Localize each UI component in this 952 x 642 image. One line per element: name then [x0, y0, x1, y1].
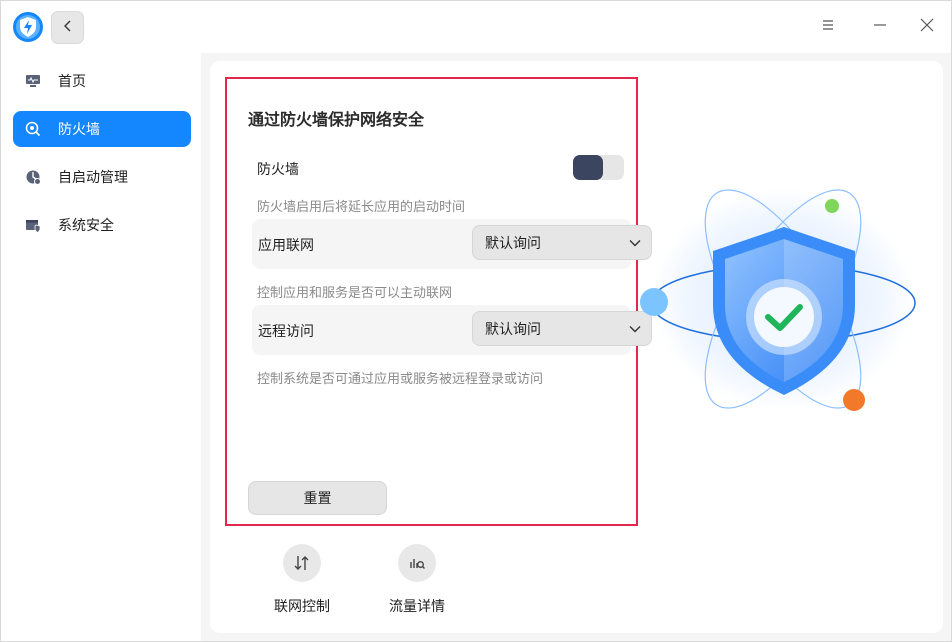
title-bar: [1, 1, 951, 53]
tool-label: 流量详情: [389, 599, 445, 615]
sidebar: 首页 防火墙 自启动管理 系统安全: [1, 53, 201, 641]
sidebar-item-startup[interactable]: 自启动管理: [13, 159, 191, 195]
monitor-icon: [25, 73, 41, 89]
chevron-left-icon: [62, 20, 74, 36]
sidebar-item-system-security[interactable]: 系统安全: [13, 207, 191, 243]
remote-access-row: 远程访问 默认询问: [252, 305, 652, 355]
remote-access-label: 远程访问: [258, 324, 314, 340]
network-control-icon: [283, 544, 321, 582]
firewall-panel: 通过防火墙保护网络安全 防火墙 防火墙启用后将延长应用的启动时间 应用联网 默认…: [225, 77, 652, 526]
sidebar-item-label: 防火墙: [58, 122, 100, 138]
traffic-details-icon: [398, 544, 436, 582]
reset-button[interactable]: 重置: [248, 481, 387, 515]
menu-icon: [821, 18, 835, 36]
app-network-label: 应用联网: [258, 238, 314, 254]
app-network-hint: 控制应用和服务是否可以主动联网: [257, 286, 453, 301]
menu-button[interactable]: [810, 11, 846, 43]
tool-label: 联网控制: [274, 599, 330, 615]
system-security-icon: [25, 217, 41, 233]
firewall-toggle[interactable]: [573, 155, 624, 180]
panel-title: 通过防火墙保护网络安全: [248, 110, 425, 129]
startup-icon: [25, 169, 41, 185]
sidebar-item-firewall[interactable]: 防火墙: [13, 111, 191, 147]
traffic-details-tool[interactable]: 流量详情: [377, 544, 457, 616]
app-window: 首页 防火墙 自启动管理 系统安全 通过防火墙保护网络安全 防火墙 防火墙启用后…: [0, 0, 952, 642]
sidebar-item-label: 系统安全: [58, 218, 114, 234]
app-network-row: 应用联网 默认询问: [252, 219, 652, 269]
close-button[interactable]: [909, 11, 945, 43]
toggle-knob: [573, 155, 603, 180]
shield-illustration: [637, 187, 922, 417]
remote-access-select[interactable]: 默认询问: [472, 311, 652, 346]
close-icon: [920, 18, 934, 36]
firewall-icon: [25, 121, 41, 137]
app-network-select[interactable]: 默认询问: [472, 225, 652, 260]
sidebar-item-home[interactable]: 首页: [13, 63, 191, 99]
network-control-tool[interactable]: 联网控制: [262, 544, 342, 616]
firewall-hint: 防火墙启用后将延长应用的启动时间: [257, 200, 466, 215]
remote-access-hint: 控制系统是否可通过应用或服务被远程登录或访问: [257, 372, 544, 387]
select-value: 默认询问: [485, 321, 541, 338]
sidebar-item-label: 首页: [58, 74, 86, 90]
minimize-button[interactable]: [862, 11, 898, 43]
minimize-icon: [873, 18, 887, 36]
firewall-label: 防火墙: [257, 162, 299, 178]
sidebar-item-label: 自启动管理: [58, 170, 128, 186]
back-button[interactable]: [51, 11, 84, 44]
select-value: 默认询问: [485, 235, 541, 252]
shield-lightning-icon: [12, 11, 44, 43]
